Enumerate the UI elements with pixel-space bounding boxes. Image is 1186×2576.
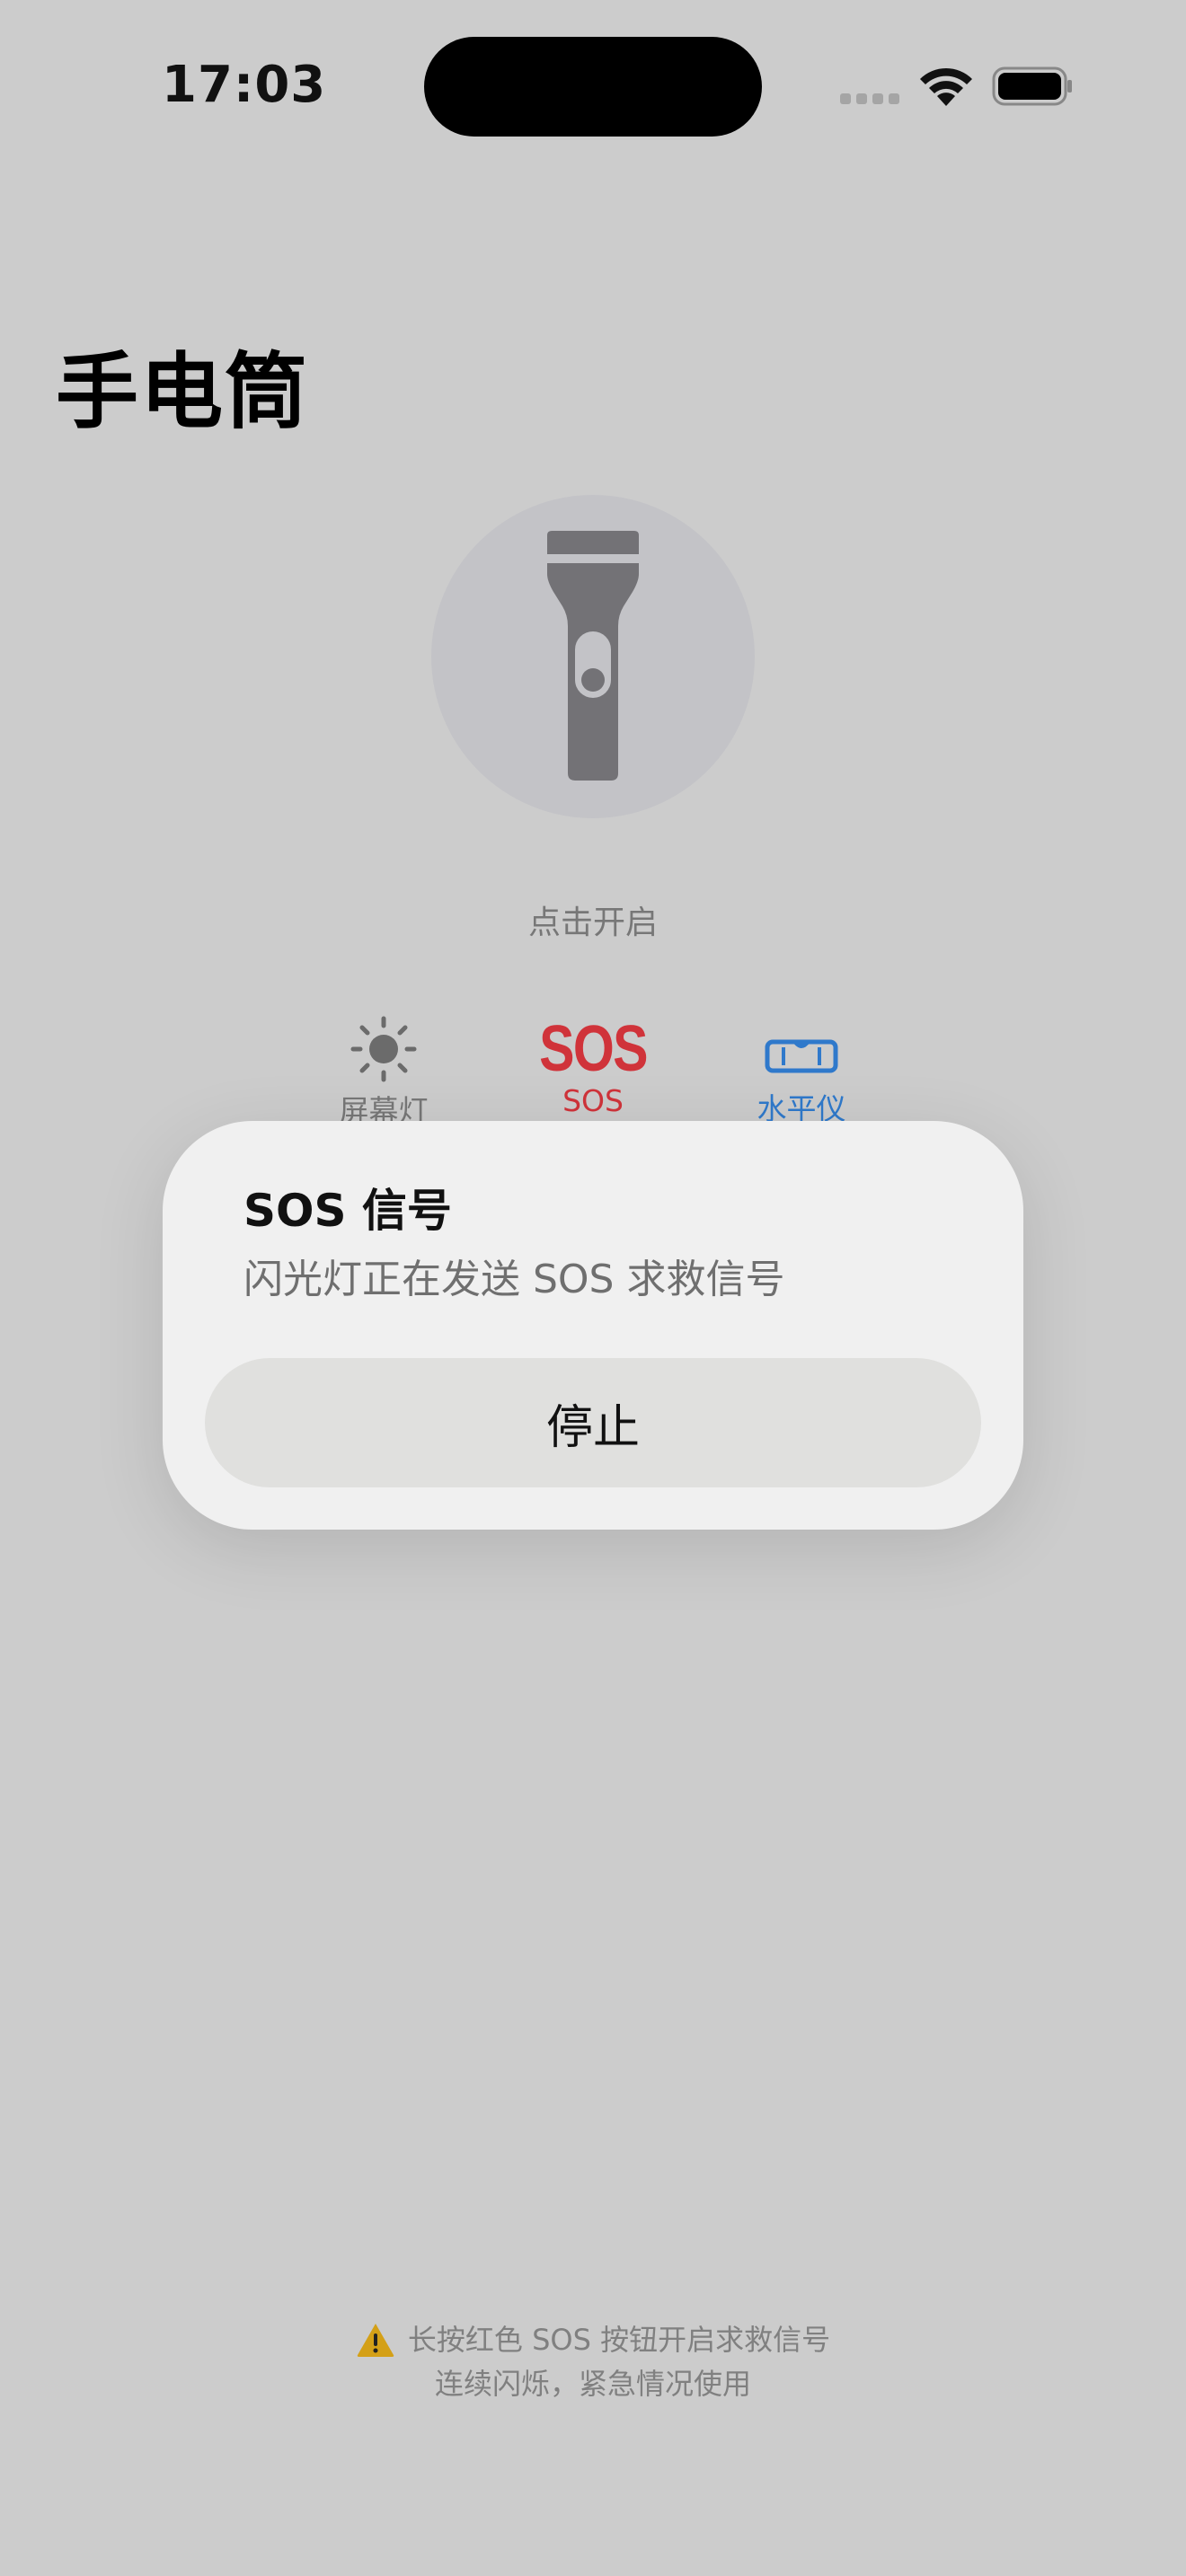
dynamic-island [424,37,762,137]
alert-title: SOS 信号 [243,1185,452,1237]
level-mode-button[interactable]: 水平仪 [721,1015,882,1128]
wifi-icon [920,67,972,106]
footer-line-2: 连续闪烁，紧急情况使用 [434,2367,751,2401]
flashlight-icon [547,531,639,781]
battery-icon [992,66,1072,106]
sos-label: SOS [562,1083,624,1118]
sos-alert-dialog: SOS 信号 闪光灯正在发送 SOS 求救信号 停止 [163,1121,1023,1530]
footer-hint: 长按红色 SOS 按钮开启求救信号 连续闪烁，紧急情况使用 [0,2322,1186,2402]
alert-message: 闪光灯正在发送 SOS 求救信号 [243,1257,785,1302]
page-title: 手电筒 [56,344,310,440]
level-icon [765,1039,838,1073]
tap-hint: 点击开启 [527,904,658,941]
sun-icon [350,1016,417,1082]
screen: 17:03 手电筒 点击开启 屏幕灯 SOS SOS 水平仪 SOS 信号 闪光… [0,0,1186,2576]
stop-button[interactable]: 停止 [205,1358,981,1487]
sos-mode-button[interactable]: SOS SOS [512,1015,674,1118]
screen-light-mode-button[interactable]: 屏幕灯 [303,1015,465,1130]
sos-icon: SOS [539,1013,648,1085]
footer-line-1: 长按红色 SOS 按钮开启求救信号 [407,2323,831,2357]
cellular-signal-icon [840,93,899,104]
warning-icon [357,2324,394,2357]
flashlight-toggle-button[interactable] [431,495,755,818]
status-time: 17:03 [162,56,327,114]
